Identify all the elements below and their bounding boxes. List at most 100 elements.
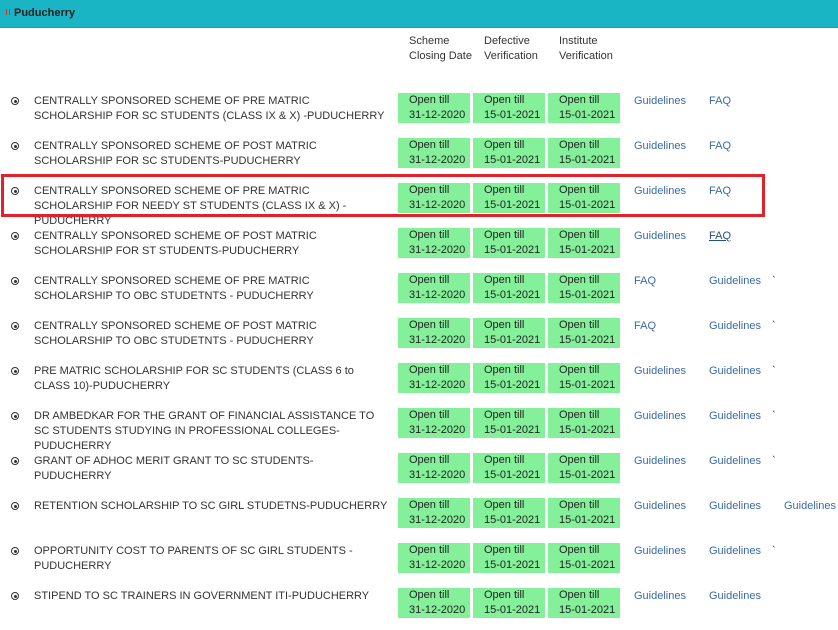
scheme-link-2[interactable]: FAQ — [709, 139, 731, 154]
scheme-name: CENTRALLY SPONSORED SCHEME OF POST MATRI… — [34, 140, 317, 167]
scheme-link-1[interactable]: Guidelines — [634, 544, 686, 559]
scheme-radio-button[interactable] — [11, 502, 19, 510]
column-header-institute-verification: Institute Verification — [559, 35, 613, 62]
defective-verification-badge: Open till 15-01-2021 — [473, 408, 545, 438]
defective-verification-badge: Open till 15-01-2021 — [473, 138, 545, 168]
defective-verification-badge: Open till 15-01-2021 — [473, 228, 545, 258]
scheme-name: CENTRALLY SPONSORED SCHEME OF POST MATRI… — [34, 230, 317, 257]
scheme-name: STIPEND TO SC TRAINERS IN GOVERNMENT ITI… — [34, 590, 370, 602]
scheme-link-1[interactable]: Guidelines — [634, 409, 686, 424]
scheme-radio-button[interactable] — [11, 142, 19, 150]
institute-verification-badge: Open till 15-01-2021 — [548, 273, 620, 303]
closing-date-badge: Open till 31-12-2020 — [398, 318, 470, 348]
closing-date-badge: Open till 31-12-2020 — [398, 273, 470, 303]
scheme-link-2[interactable]: FAQ — [709, 229, 731, 244]
institute-verification-badge: Open till 15-01-2021 — [548, 138, 620, 168]
scheme-radio-button[interactable] — [11, 412, 19, 420]
defective-verification-badge: Open till 15-01-2021 — [473, 588, 545, 618]
scheme-radio-button[interactable] — [11, 592, 19, 600]
scheme-link-1[interactable]: Guidelines — [634, 499, 686, 514]
scheme-link-2[interactable]: Guidelines — [709, 544, 761, 559]
scheme-link-1[interactable]: Guidelines — [634, 454, 686, 469]
closing-date-badge: Open till 31-12-2020 — [398, 408, 470, 438]
closing-date-badge: Open till 31-12-2020 — [398, 138, 470, 168]
column-header-closing-date: Scheme Closing Date — [409, 35, 472, 62]
scheme-row: CENTRALLY SPONSORED SCHEME OF PRE MATRIC… — [0, 90, 838, 135]
defective-verification-badge: Open till 15-01-2021 — [473, 318, 545, 348]
closing-date-badge: Open till 31-12-2020 — [398, 93, 470, 123]
institute-verification-badge: Open till 15-01-2021 — [548, 453, 620, 483]
scheme-radio-button[interactable] — [11, 367, 19, 375]
scheme-row: PRE MATRIC SCHOLARSHIP FOR SC STUDENTS (… — [0, 360, 838, 405]
scheme-link-1[interactable]: Guidelines — [634, 229, 686, 244]
scheme-radio-button[interactable] — [11, 277, 19, 285]
stray-mark: ` — [772, 455, 776, 467]
scheme-link-2[interactable]: Guidelines — [709, 409, 761, 424]
scheme-link-3[interactable]: Guidelines — [784, 499, 836, 514]
collapse-icon[interactable] — [6, 9, 10, 15]
selected-row-highlight — [1, 174, 765, 217]
scheme-radio-button[interactable] — [11, 97, 19, 105]
defective-verification-badge: Open till 15-01-2021 — [473, 363, 545, 393]
scheme-radio-button[interactable] — [11, 322, 19, 330]
scheme-link-2[interactable]: Guidelines — [709, 364, 761, 379]
institute-verification-badge: Open till 15-01-2021 — [548, 363, 620, 393]
scheme-name: CENTRALLY SPONSORED SCHEME OF POST MATRI… — [34, 320, 317, 347]
institute-verification-badge: Open till 15-01-2021 — [548, 588, 620, 618]
closing-date-badge: Open till 31-12-2020 — [398, 228, 470, 258]
scheme-name: CENTRALLY SPONSORED SCHEME OF PRE MATRIC… — [34, 95, 385, 122]
scheme-radio-button[interactable] — [11, 232, 19, 240]
defective-verification-badge: Open till 15-01-2021 — [473, 273, 545, 303]
scheme-name: GRANT OF ADHOC MERIT GRANT TO SC STUDENT… — [34, 455, 314, 482]
scheme-link-2[interactable]: Guidelines — [709, 499, 761, 514]
scheme-row: CENTRALLY SPONSORED SCHEME OF POST MATRI… — [0, 315, 838, 360]
institute-verification-badge: Open till 15-01-2021 — [548, 228, 620, 258]
institute-verification-badge: Open till 15-01-2021 — [548, 93, 620, 123]
scheme-link-1[interactable]: FAQ — [634, 319, 656, 334]
defective-verification-badge: Open till 15-01-2021 — [473, 498, 545, 528]
scheme-row: CENTRALLY SPONSORED SCHEME OF PRE MATRIC… — [0, 270, 838, 315]
scheme-name: RETENTION SCHOLARSHIP TO SC GIRL STUDETN… — [34, 500, 388, 512]
scheme-name: PRE MATRIC SCHOLARSHIP FOR SC STUDENTS (… — [34, 365, 354, 392]
scheme-link-1[interactable]: FAQ — [634, 274, 656, 289]
scheme-row: OPPORTUNITY COST TO PARENTS OF SC GIRL S… — [0, 540, 838, 585]
scheme-row: DR AMBEDKAR FOR THE GRANT OF FINANCIAL A… — [0, 405, 838, 452]
institute-verification-badge: Open till 15-01-2021 — [548, 318, 620, 348]
scheme-link-2[interactable]: Guidelines — [709, 319, 761, 334]
institute-verification-badge: Open till 15-01-2021 — [548, 543, 620, 573]
scheme-link-2[interactable]: Guidelines — [709, 589, 761, 604]
scheme-row: STIPEND TO SC TRAINERS IN GOVERNMENT ITI… — [0, 585, 838, 630]
closing-date-badge: Open till 31-12-2020 — [398, 453, 470, 483]
stray-mark: ` — [772, 275, 776, 287]
state-header-bar[interactable]: Puducherry — [0, 0, 838, 28]
closing-date-badge: Open till 31-12-2020 — [398, 588, 470, 618]
stray-mark: ` — [772, 365, 776, 377]
scheme-row: RETENTION SCHOLARSHIP TO SC GIRL STUDETN… — [0, 495, 838, 540]
stray-mark: ` — [772, 545, 776, 557]
scheme-link-2[interactable]: Guidelines — [709, 454, 761, 469]
scheme-name: CENTRALLY SPONSORED SCHEME OF PRE MATRIC… — [34, 275, 314, 302]
stray-mark: ` — [772, 410, 776, 422]
closing-date-badge: Open till 31-12-2020 — [398, 363, 470, 393]
scheme-name: DR AMBEDKAR FOR THE GRANT OF FINANCIAL A… — [34, 410, 375, 452]
scheme-link-2[interactable]: FAQ — [709, 94, 731, 109]
defective-verification-badge: Open till 15-01-2021 — [473, 93, 545, 123]
defective-verification-badge: Open till 15-01-2021 — [473, 543, 545, 573]
institute-verification-badge: Open till 15-01-2021 — [548, 408, 620, 438]
closing-date-badge: Open till 31-12-2020 — [398, 498, 470, 528]
scheme-radio-button[interactable] — [11, 457, 19, 465]
scheme-link-2[interactable]: Guidelines — [709, 274, 761, 289]
defective-verification-badge: Open till 15-01-2021 — [473, 453, 545, 483]
scheme-link-1[interactable]: Guidelines — [634, 94, 686, 109]
column-header-defective-verification: Defective Verification — [484, 35, 538, 62]
scheme-link-1[interactable]: Guidelines — [634, 139, 686, 154]
state-title: Puducherry — [14, 7, 76, 19]
scheme-radio-button[interactable] — [11, 547, 19, 555]
closing-date-badge: Open till 31-12-2020 — [398, 543, 470, 573]
scheme-row: CENTRALLY SPONSORED SCHEME OF POST MATRI… — [0, 225, 838, 270]
scheme-name: OPPORTUNITY COST TO PARENTS OF SC GIRL S… — [34, 545, 353, 572]
institute-verification-badge: Open till 15-01-2021 — [548, 498, 620, 528]
scheme-link-1[interactable]: Guidelines — [634, 589, 686, 604]
stray-mark: ` — [772, 320, 776, 332]
scheme-link-1[interactable]: Guidelines — [634, 364, 686, 379]
